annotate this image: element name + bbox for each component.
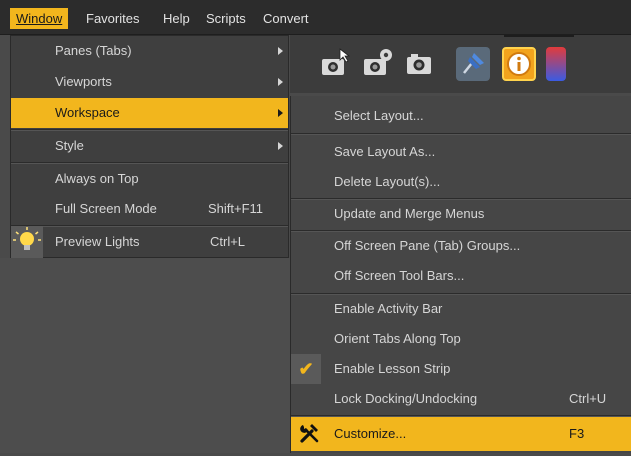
workspace-item-label: Select Layout... (334, 108, 424, 123)
lightbulb-icon (11, 226, 43, 258)
workspace-item-save-layout[interactable]: Save Layout As... (291, 137, 631, 167)
workspace-item-label: Customize... (334, 426, 407, 441)
window-menu-item-viewports[interactable]: Viewports (11, 67, 288, 97)
workspace-item-offscreen-toolbars[interactable]: Off Screen Tool Bars... (291, 261, 631, 291)
workspace-item-activity-bar[interactable]: Enable Activity Bar (291, 294, 631, 324)
tools-icon (299, 422, 321, 443)
toolbar-divider (504, 35, 574, 37)
window-menu-item-label: Style (55, 138, 84, 153)
workspace-item-lock-docking[interactable]: Lock Docking/Undocking Ctrl+U (291, 384, 631, 414)
window-menu-item-label: Preview Lights (55, 234, 140, 249)
submenu-arrow-icon (278, 109, 283, 117)
window-menu-item-panes[interactable]: Panes (Tabs) (11, 36, 288, 66)
workspace-item-orient-tabs[interactable]: Orient Tabs Along Top (291, 324, 631, 354)
menu-scripts[interactable]: Scripts (200, 8, 252, 29)
camera-arrow-icon[interactable] (318, 47, 352, 81)
workspace-item-label: Update and Merge Menus (334, 206, 485, 221)
camera-icon[interactable] (402, 47, 436, 81)
submenu-arrow-icon (278, 47, 283, 55)
workspace-background (0, 258, 290, 453)
window-menu-item-label: Viewports (55, 74, 112, 89)
info-icon[interactable] (502, 47, 536, 81)
window-menu-item-style[interactable]: Style (11, 131, 288, 161)
workspace-item-label: Delete Layout(s)... (334, 174, 441, 189)
window-menu-item-label: Workspace (55, 105, 120, 120)
window-menu-item-label: Always on Top (55, 171, 139, 186)
toolbar (290, 35, 631, 93)
window-menu-item-always-on-top[interactable]: Always on Top (11, 164, 288, 194)
workspace-item-delete-layouts[interactable]: Delete Layout(s)... (291, 167, 631, 197)
menu-favorites[interactable]: Favorites (80, 8, 145, 29)
checkmark-icon: ✔ (291, 354, 321, 384)
menu-bar: Window Favorites Help Scripts Convert (0, 0, 631, 35)
window-menu: Panes (Tabs) Viewports Workspace Style A… (10, 35, 289, 258)
workspace-item-label: Enable Activity Bar (334, 301, 443, 316)
workspace-item-label: Enable Lesson Strip (334, 361, 451, 376)
workspace-item-label: Lock Docking/Undocking (334, 391, 478, 406)
window-menu-item-label: Full Screen Mode (55, 201, 157, 216)
shortcut-label: Ctrl+U (569, 391, 607, 406)
color-icon[interactable] (546, 47, 566, 81)
window-menu-item-label: Panes (Tabs) (55, 43, 132, 58)
workspace-item-offscreen-panes[interactable]: Off Screen Pane (Tab) Groups... (291, 231, 631, 261)
menu-window[interactable]: Window (10, 8, 69, 29)
workspace-item-update-merge[interactable]: Update and Merge Menus (291, 199, 631, 229)
workspace-item-lesson-strip[interactable]: ✔ Enable Lesson Strip (291, 354, 631, 384)
submenu-arrow-icon (278, 78, 283, 86)
menu-help[interactable]: Help (157, 8, 196, 29)
shortcut-label: F3 (569, 426, 585, 441)
submenu-arrow-icon (278, 142, 283, 150)
pin-icon[interactable] (456, 47, 490, 81)
menu-separator (291, 133, 631, 135)
window-menu-item-preview-lights[interactable]: Preview Lights Ctrl+L (11, 226, 288, 258)
window-menu-item-full-screen[interactable]: Full Screen Mode Shift+F11 (11, 194, 288, 224)
workspace-item-label: Orient Tabs Along Top (334, 331, 461, 346)
menu-window-label: Window (16, 11, 63, 26)
camera-gear-icon[interactable] (360, 47, 394, 81)
shortcut-label: Ctrl+L (210, 234, 246, 249)
shortcut-label: Shift+F11 (208, 201, 264, 216)
workspace-item-label: Off Screen Pane (Tab) Groups... (334, 238, 521, 253)
menu-convert[interactable]: Convert (257, 8, 315, 29)
workspace-item-label: Off Screen Tool Bars... (334, 268, 465, 283)
workspace-item-customize[interactable]: Customize... F3 (291, 417, 631, 451)
workspace-submenu: Select Layout... Save Layout As... Delet… (290, 96, 631, 453)
window-menu-item-workspace[interactable]: Workspace (11, 98, 288, 128)
workspace-item-label: Save Layout As... (334, 144, 436, 159)
workspace-item-select-layout[interactable]: Select Layout... (291, 101, 631, 131)
